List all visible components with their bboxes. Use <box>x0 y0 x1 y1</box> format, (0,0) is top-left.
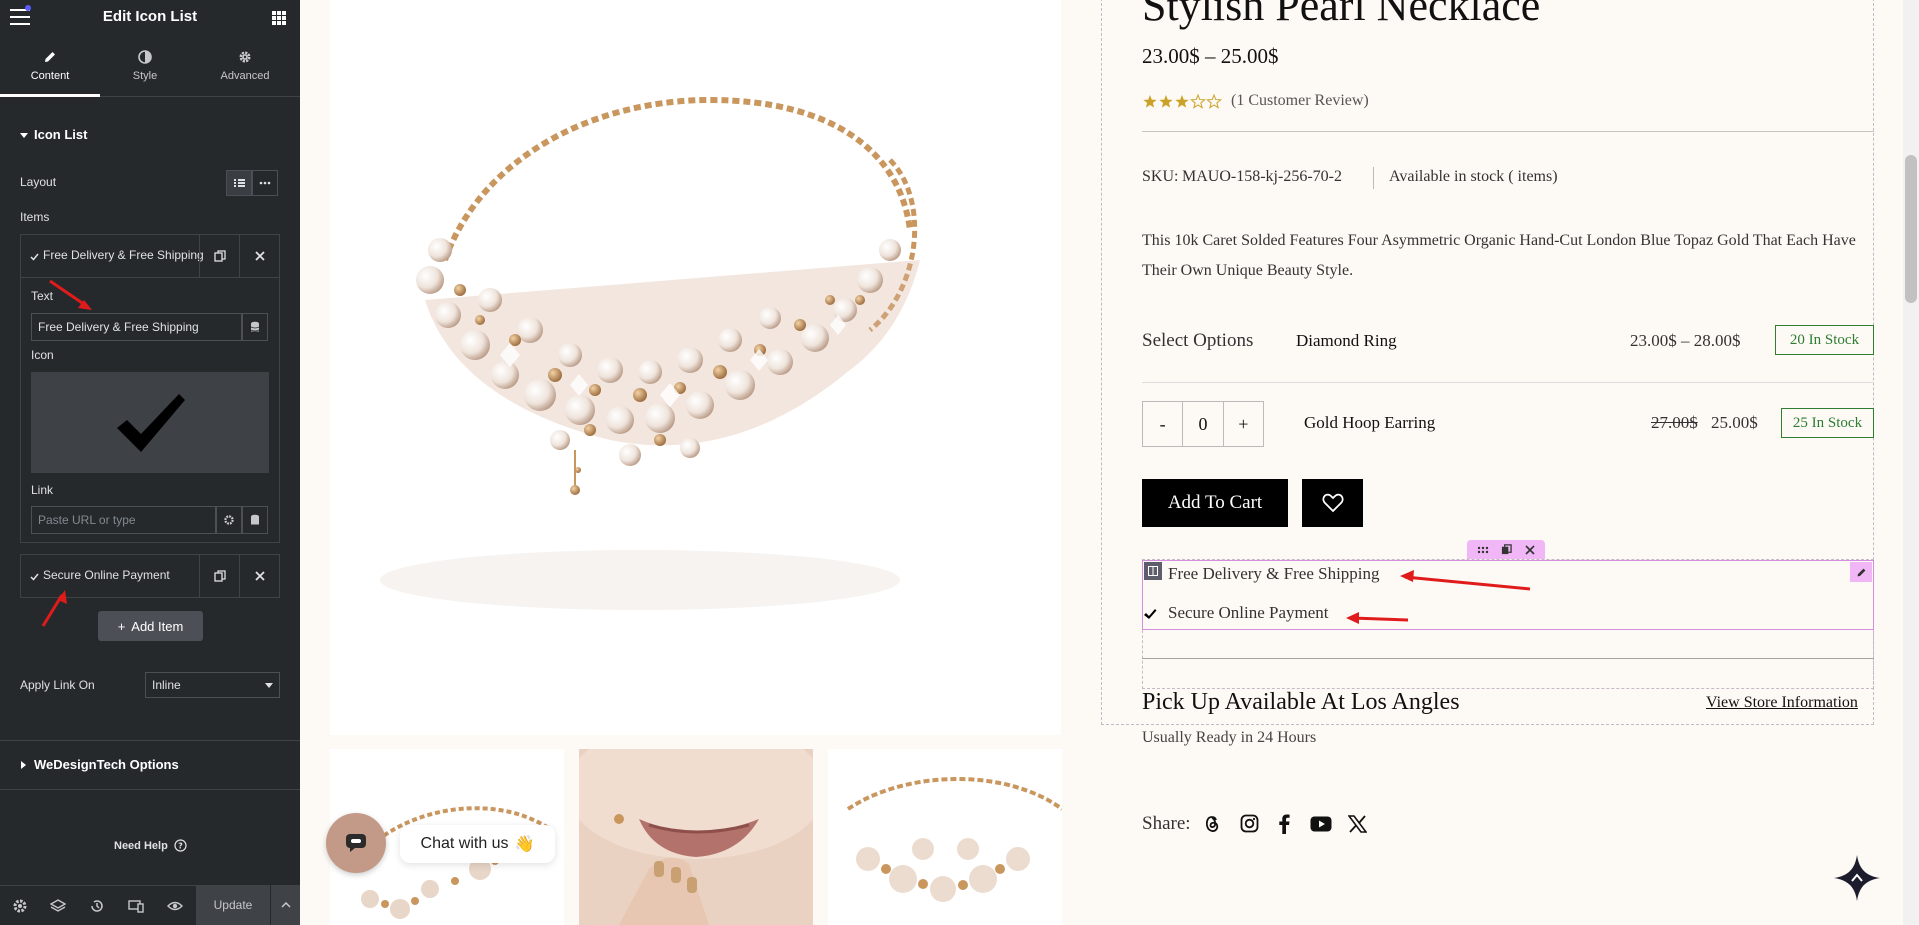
option-2-stock-badge: 25 In Stock <box>1781 408 1874 438</box>
annotation-arrow <box>49 279 92 310</box>
columns-icon <box>1148 566 1158 576</box>
chat-avatar-button[interactable] <box>326 813 386 873</box>
page-scrollbar[interactable] <box>1903 0 1919 925</box>
checkmark-icon <box>1144 609 1157 619</box>
share-label: Share: <box>1142 813 1191 834</box>
wave-emoji-icon: 👋 <box>514 836 535 853</box>
pearl-necklace-image <box>380 96 920 610</box>
rating-stars <box>1143 94 1222 109</box>
drag-handle-icon[interactable] <box>1477 546 1489 554</box>
model-thumbnail-image <box>579 749 813 925</box>
quantity-value[interactable]: 0 <box>1183 402 1224 446</box>
star-filled-icon <box>1159 95 1173 108</box>
option-2-old-price: 27.00$ <box>1651 413 1698 432</box>
heart-icon <box>1321 493 1344 513</box>
necklace-closeup-thumbnail-image <box>828 749 1062 925</box>
divider <box>1142 131 1874 132</box>
select-options-label: Select Options <box>1142 330 1254 351</box>
annotation-arrow <box>1400 570 1531 591</box>
divider <box>1373 167 1374 189</box>
chat-prompt-bubble[interactable]: Chat with us 👋 <box>400 825 555 863</box>
chat-bubble-icon <box>346 834 366 852</box>
instagram-icon[interactable] <box>1240 814 1259 833</box>
option-2-name[interactable]: Gold Hoop Earring <box>1304 413 1435 433</box>
thumbnail-2[interactable] <box>579 749 813 925</box>
annotation-arrow <box>41 590 67 627</box>
add-to-cart-button[interactable]: Add To Cart <box>1142 479 1288 527</box>
x-icon[interactable] <box>1348 815 1367 833</box>
editor-panel: Edit Icon List Content Style Advanced Ic… <box>0 0 300 925</box>
option-2-price: 25.00$ <box>1711 413 1758 432</box>
duplicate-icon[interactable] <box>1501 544 1513 555</box>
divider <box>1142 658 1874 659</box>
option-1-price: 23.00$ – 28.00$ <box>1630 331 1741 350</box>
sku-label: SKU: <box>1142 168 1179 185</box>
column-handle-icon[interactable] <box>1144 562 1162 580</box>
chat-label: Chat with us <box>420 835 509 852</box>
view-store-link[interactable]: View Store Information <box>1706 694 1858 712</box>
product-title: Stylish Pearl Necklace <box>1142 0 1541 30</box>
option-1-name[interactable]: Diamond Ring <box>1296 331 1397 351</box>
star-filled-icon <box>1175 95 1189 108</box>
close-icon[interactable] <box>1525 544 1535 555</box>
ready-time-text: Usually Ready in 24 Hours <box>1142 729 1317 746</box>
scrollbar-thumb[interactable] <box>1905 155 1917 303</box>
quantity-stepper[interactable]: - 0 + <box>1142 401 1264 447</box>
annotation-arrow <box>1346 612 1409 624</box>
product-price: 23.00$ – 25.00$ <box>1142 44 1279 68</box>
edit-widget-button[interactable] <box>1850 562 1872 582</box>
youtube-icon[interactable] <box>1310 816 1332 832</box>
product-description: This 10k Caret Solded Features Four Asym… <box>1142 232 1856 279</box>
star-empty-icon <box>1190 94 1206 109</box>
sku-value: MAUO-158-kj-256-70-2 <box>1182 168 1342 185</box>
threads-icon[interactable] <box>1203 814 1221 834</box>
wishlist-button[interactable] <box>1302 479 1363 527</box>
review-count-link[interactable]: (1 Customer Review) <box>1231 92 1369 110</box>
stock-status: Available in stock ( items) <box>1389 168 1558 185</box>
facebook-icon[interactable] <box>1278 814 1290 834</box>
icon-list-item-text[interactable]: Secure Online Payment <box>1168 603 1329 623</box>
divider <box>1142 382 1874 383</box>
quantity-minus-button[interactable]: - <box>1143 402 1184 446</box>
option-1-stock-badge: 20 In Stock <box>1775 325 1874 355</box>
product-main-image[interactable] <box>330 0 1061 735</box>
star-filled-icon <box>1143 95 1157 108</box>
pickup-title: Pick Up Available At Los Angles <box>1142 689 1460 715</box>
widget-toolbar <box>1467 540 1545 559</box>
pencil-icon <box>1857 568 1865 576</box>
ai-assistant-fab[interactable] <box>1832 853 1882 903</box>
annotation-arrows-page <box>1346 570 1531 624</box>
quantity-plus-button[interactable]: + <box>1224 402 1263 446</box>
star-empty-icon <box>1206 94 1222 109</box>
annotation-arrows-panel <box>41 279 92 627</box>
thumbnail-3[interactable] <box>828 749 1062 925</box>
